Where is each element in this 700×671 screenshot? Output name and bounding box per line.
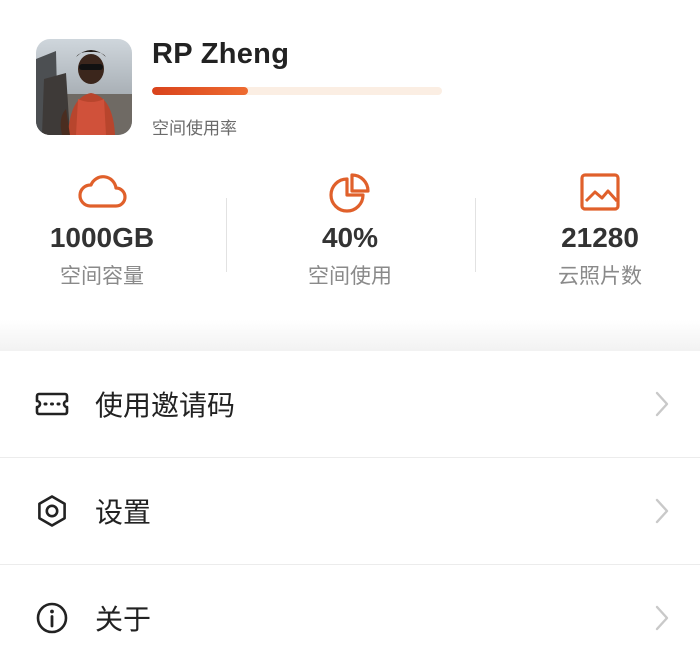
user-name: RP Zheng bbox=[152, 38, 290, 70]
menu-list: 使用邀请码 设置 关于 bbox=[0, 351, 700, 671]
stat-storage-used[interactable]: 40% 空间使用 bbox=[250, 172, 450, 290]
menu-item-settings[interactable]: 设置 bbox=[0, 458, 700, 565]
gear-icon bbox=[34, 493, 70, 529]
storage-usage-fill bbox=[152, 87, 248, 95]
storage-usage-bar bbox=[152, 87, 442, 95]
profile-header: RP Zheng 空间使用率 bbox=[0, 0, 700, 150]
stat-cloud-photos[interactable]: 21280 云照片数 bbox=[500, 172, 700, 290]
stat-value: 40% bbox=[321, 222, 379, 253]
info-icon bbox=[34, 600, 70, 636]
menu-item-label: 关于 bbox=[95, 603, 152, 636]
chevron-right-icon bbox=[654, 497, 670, 525]
image-icon bbox=[500, 172, 700, 214]
stat-storage-capacity[interactable]: 1000GB 空间容量 bbox=[2, 172, 202, 290]
divider bbox=[226, 198, 227, 272]
menu-item-invite-code[interactable]: 使用邀请码 bbox=[0, 351, 700, 458]
cloud-icon bbox=[2, 172, 202, 214]
pie-chart-icon bbox=[250, 172, 450, 214]
stat-value: 21280 bbox=[561, 222, 639, 253]
storage-usage-label: 空间使用率 bbox=[152, 119, 237, 139]
stat-label: 空间容量 bbox=[60, 264, 144, 288]
chevron-right-icon bbox=[654, 604, 670, 632]
ticket-icon bbox=[34, 386, 70, 422]
avatar[interactable] bbox=[36, 39, 132, 135]
divider bbox=[475, 198, 476, 272]
menu-item-about[interactable]: 关于 bbox=[0, 565, 700, 671]
stat-value: 1000GB bbox=[49, 222, 155, 253]
stats-row: 1000GB 空间容量 40% 空间使用 21280 云照片数 bbox=[0, 150, 700, 320]
menu-item-label: 设置 bbox=[95, 496, 152, 529]
stat-label: 云照片数 bbox=[558, 264, 642, 288]
chevron-right-icon bbox=[654, 390, 670, 418]
stat-label: 空间使用 bbox=[308, 264, 392, 288]
menu-item-label: 使用邀请码 bbox=[95, 389, 236, 422]
section-separator bbox=[0, 320, 700, 351]
